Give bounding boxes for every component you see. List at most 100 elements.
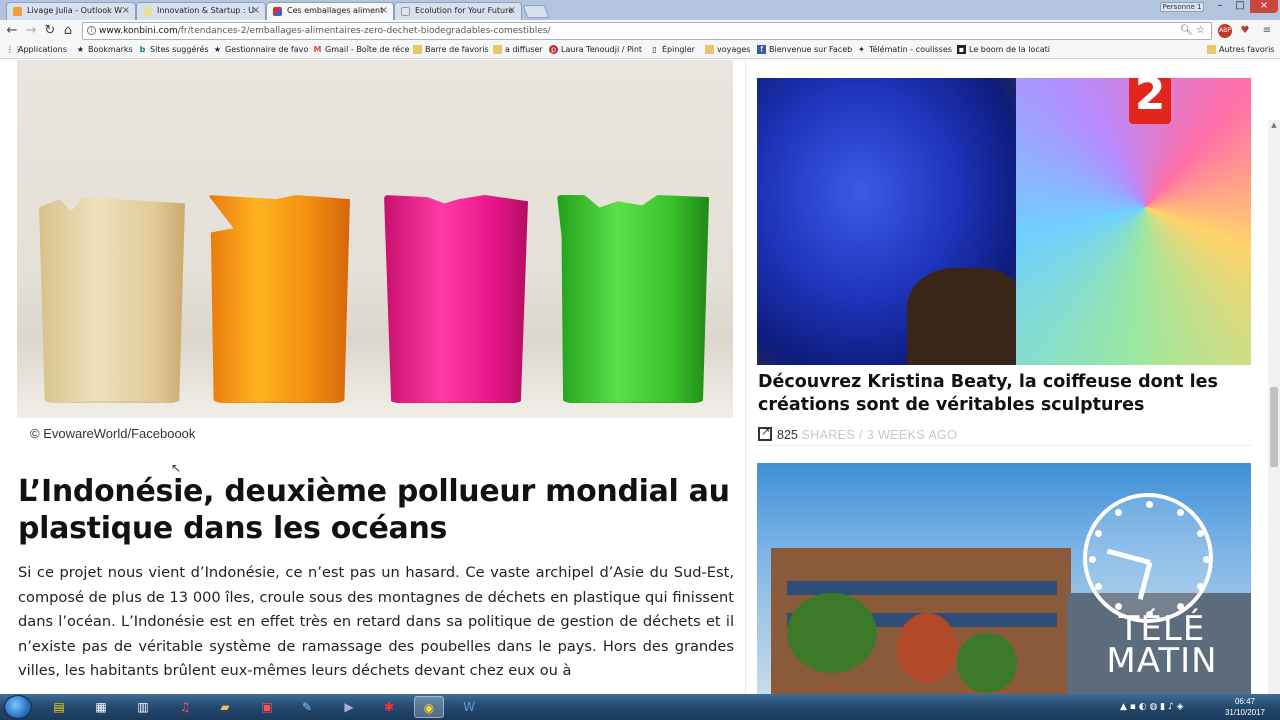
bookmark-boom-location[interactable]: ▪ Le boom de la locati [957,45,1050,54]
sidebar-card-title[interactable]: Découvrez Kristina Beaty, la coiffeuse d… [758,371,1254,416]
calculator-icon[interactable]: ▦ [86,696,116,718]
adblock-extension-icon[interactable]: ABP [1218,24,1232,38]
new-tab-button[interactable] [522,5,550,18]
bookmark-applications[interactable]: ⋮⋮ Applications [6,45,67,54]
bookmark-manager[interactable]: ★ Gestionnaire de favo [213,45,308,54]
page-scrollbar[interactable]: ▲ ▼ [1268,120,1280,694]
omnibox-actions: 🔍︎ ☆ [1180,23,1205,39]
bookmark-label: Gmail - Boîte de réce [325,45,410,54]
minimize-button[interactable]: – [1210,0,1230,13]
star-icon: ★ [213,45,222,54]
folder-icon [1207,45,1216,54]
bookmark-label: Gestionnaire de favo [225,45,309,54]
close-icon[interactable]: × [252,5,260,16]
france2-logo: 2 [1129,78,1171,124]
zoom-icon[interactable]: 🔍︎ [1180,25,1193,36]
bookmark-label: Laura Tenoudji / Pint [561,45,643,54]
bookmark-label: Le boom de la locati [969,45,1050,54]
bookmark-pinterest[interactable]: p Laura Tenoudji / Pint [549,45,642,54]
sidebar-card-image-telematin[interactable]: TÉLÉ MATIN [757,463,1251,694]
info-icon[interactable]: i [87,26,96,35]
column-divider [745,60,746,694]
pinterest-icon: p [549,45,558,54]
powerpoint-icon[interactable]: ▣ [252,696,282,718]
pocket-extension-icon[interactable]: ♥ [1238,24,1252,38]
close-icon[interactable]: × [380,5,388,16]
close-icon[interactable]: × [508,5,516,16]
tab-innovation[interactable]: Innovation & Startup : U × [136,2,266,20]
share-stats: 825 SHARES / 3 WEEKS AGO [758,425,958,442]
media-icon[interactable]: ▶ [334,696,364,718]
clock-date: 31/10/2017 [1224,708,1266,717]
back-arrow-icon[interactable]: ← [4,23,20,39]
star-app-icon[interactable]: ✱ [374,696,404,718]
tab-ecolution[interactable]: Ecolution for Your Future × [394,2,522,20]
scrollbar-thumb[interactable] [1270,387,1278,467]
folder-icon [413,45,422,54]
windows-taskbar: ▤ ▦ ▥ ♫ ▰ ▣ ✎ ▶ ✱ ◉ W ▲ ▪ ◐ ◍ ▮ ♪ ◈ 06:4… [0,694,1280,720]
itunes-icon[interactable]: ♫ [170,696,200,718]
scroll-up-icon[interactable]: ▲ [1268,120,1280,130]
bookmark-facebook[interactable]: f Bienvenue sur Faceb [757,45,852,54]
maximize-button[interactable]: □ [1230,0,1250,13]
bookmark-label: Épingler [662,45,695,54]
chrome-icon[interactable]: ◉ [414,696,444,718]
folder-icon[interactable]: ▰ [210,696,240,718]
folder-icon [705,45,714,54]
bookmark-epingler[interactable]: ▯ Épingler [650,45,695,54]
telematin-logo-text: TÉLÉ MATIN [1087,612,1237,678]
bookmark-label: Télématin - coulisses [869,45,952,54]
tray-icons[interactable]: ▲ ▪ ◐ ◍ ▮ ♪ ◈ [1120,702,1184,712]
cup-orange [208,195,350,403]
browser-toolbar: ← → ↻ ⌂ i www.konbini.com/fr/tendances-2… [0,20,1280,42]
cup-pink [384,195,528,403]
bookmark-folder-diffuser[interactable]: a diffuser [493,45,543,54]
share-icon[interactable] [758,425,772,441]
reload-icon[interactable]: ↻ [42,23,58,39]
home-icon[interactable]: ⌂ [60,23,76,39]
paint-icon[interactable]: ✎ [292,696,322,718]
tab-title: Innovation & Startup : U [157,6,255,15]
profile-button[interactable]: Personne 1 [1160,2,1204,12]
tree [787,593,877,673]
bookmark-other-favorites[interactable]: Autres favoris [1207,45,1274,54]
page-icon: ▪ [957,45,966,54]
forward-arrow-icon[interactable]: → [23,23,39,39]
bookmark-bookmarks[interactable]: ★ Bookmarks [76,45,133,54]
system-tray: ▲ ▪ ◐ ◍ ▮ ♪ ◈ [1120,694,1220,720]
url-host: www.konbini.com [99,26,178,36]
neck-photo-detail [907,268,1027,365]
bookmark-telematin[interactable]: ✦ Télématin - coulisses [857,45,952,54]
bookmark-suggested[interactable]: b Sites suggérés [138,45,209,54]
sidebar-card-image-hair[interactable]: 2 [757,78,1251,365]
bookmark-label: voyages [717,45,751,54]
tab-title: Livage Julia - Outlook W [27,6,123,15]
tab-konbini[interactable]: Ces emballages aliment × [266,2,394,20]
tab-outlook[interactable]: Livage Julia - Outlook W × [6,2,136,20]
bookmark-gmail[interactable]: M Gmail - Boîte de réce [313,45,410,54]
clock-time: 06:47 [1234,697,1256,706]
bookmark-label: Sites suggérés [150,45,209,54]
gmail-icon: M [313,45,322,54]
telematin-icon: ✦ [858,45,865,54]
menu-icon[interactable]: ≡ [1260,24,1274,38]
web-page: © EvowareWorld/Faceboook ↖ L’Indonésie, … [0,60,1280,694]
bookmark-label: Autres favoris [1219,45,1275,54]
word-icon[interactable]: W [454,696,484,718]
notepad-icon[interactable]: ▥ [128,696,158,718]
bookmarks-bar: ⋮⋮ Applications ★ Bookmarks b Sites suggéré… [0,42,1280,59]
star-icon: ★ [76,45,85,54]
telematin-clock-icon [1083,493,1213,623]
close-icon[interactable]: × [122,5,130,16]
folder-icon [493,45,502,54]
window-close-button[interactable]: × [1250,0,1278,13]
share-meta: SHARES / 3 WEEKS AGO [801,428,958,442]
facebook-icon: f [757,45,766,54]
bookmark-star-icon[interactable]: ☆ [1196,25,1205,36]
file-explorer-icon[interactable]: ▤ [44,696,74,718]
taskbar-clock[interactable]: 06:47 31/10/2017 [1222,696,1268,718]
bookmark-folder-favoris[interactable]: Barre de favoris [413,45,489,54]
address-bar[interactable]: i www.konbini.com/fr/tendances-2/emballa… [82,22,1212,40]
bookmark-folder-voyages[interactable]: voyages [705,45,750,54]
start-button[interactable] [4,695,32,719]
